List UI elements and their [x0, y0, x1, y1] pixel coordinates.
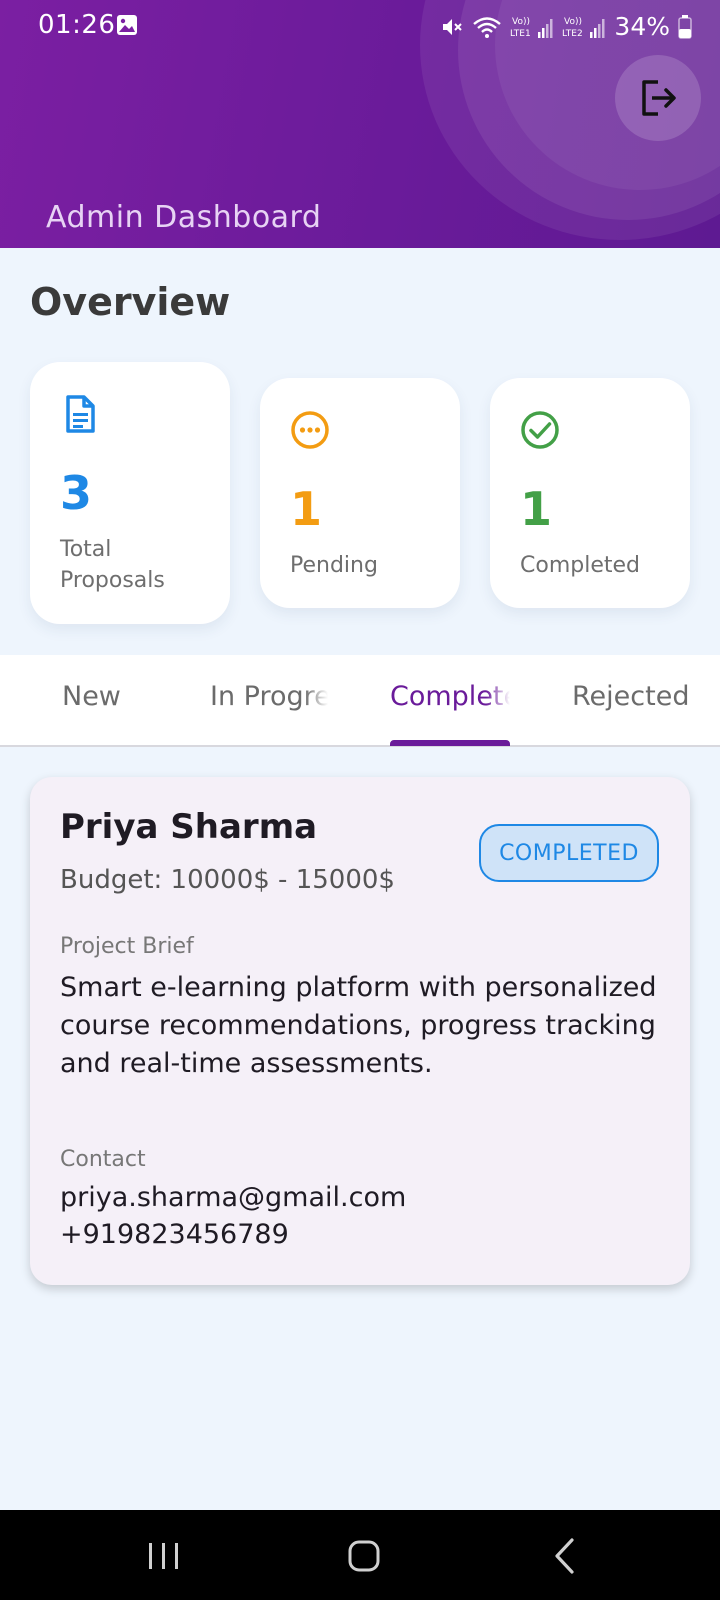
mute-icon: [443, 18, 463, 35]
tab-new[interactable]: New: [62, 681, 162, 721]
status-icons: Vo)) LTE1 Vo)) LTE2 34%: [440, 12, 692, 41]
contact-phone[interactable]: +919823456789: [60, 1219, 289, 1250]
battery-percent: 34%: [614, 12, 670, 41]
overview-heading: Overview: [30, 280, 231, 324]
app-header: 01:26 Vo)) LTE1 Vo)) LTE2 34% Admin Dash…: [0, 0, 720, 248]
stat-card-total-proposals[interactable]: 3 Total Proposals: [30, 362, 230, 624]
tab-completed[interactable]: Completed: [390, 681, 510, 721]
project-brief-text: Smart e-learning platform with personali…: [60, 972, 657, 1079]
battery-icon: [678, 14, 692, 39]
budget-range: Budget: 10000$ - 15000$: [60, 865, 395, 895]
more-circle-icon: [291, 411, 329, 449]
svg-text:Vo)): Vo)): [512, 17, 530, 27]
document-icon: [66, 395, 95, 433]
logout-icon: [642, 80, 676, 116]
svg-text:LTE2: LTE2: [562, 29, 583, 39]
stat-value: 3: [60, 466, 93, 520]
tab-in-progress[interactable]: In Progress: [210, 681, 328, 721]
tab-selected-indicator: [390, 740, 510, 746]
home-icon[interactable]: [342, 1534, 386, 1578]
stat-value: 1: [520, 482, 553, 536]
signal-lte2-icon: Vo)) LTE2: [562, 17, 605, 39]
proposal-card[interactable]: Priya Sharma Budget: 10000$ - 15000$ COM…: [30, 777, 690, 1285]
svg-text:LTE1: LTE1: [510, 29, 531, 39]
stat-card-pending[interactable]: 1 Pending: [260, 378, 460, 608]
signal-lte1-icon: Vo)) LTE1: [510, 17, 553, 39]
status-badge: COMPLETED: [479, 824, 659, 882]
svg-text:Vo)): Vo)): [564, 17, 582, 27]
stat-label: Total Proposals: [60, 537, 165, 593]
project-brief-label: Project Brief: [60, 934, 194, 959]
tab-rejected[interactable]: Rejected: [572, 681, 712, 721]
wifi-icon: [473, 16, 502, 38]
status-bar: 01:26 Vo)) LTE1 Vo)) LTE2 34%: [0, 0, 720, 54]
logout-button[interactable]: [615, 55, 701, 141]
contact-email[interactable]: priya.sharma@gmail.com: [60, 1182, 406, 1213]
recent-apps-icon[interactable]: [142, 1534, 186, 1578]
stat-label: Completed: [520, 553, 640, 578]
check-circle-icon: [521, 411, 559, 449]
gallery-notification-icon: [117, 15, 137, 35]
page-title: Admin Dashboard: [46, 200, 322, 235]
stat-card-completed[interactable]: 1 Completed: [490, 378, 690, 608]
contact-label: Contact: [60, 1147, 146, 1172]
status-time: 01:26: [38, 10, 116, 40]
system-navigation-bar: [0, 1510, 720, 1600]
stat-value: 1: [290, 482, 323, 536]
client-name: Priya Sharma: [60, 807, 318, 847]
stat-label: Pending: [290, 553, 378, 578]
status-tabs: New In Progress Completed Rejected: [0, 655, 720, 747]
back-icon[interactable]: [544, 1534, 588, 1578]
